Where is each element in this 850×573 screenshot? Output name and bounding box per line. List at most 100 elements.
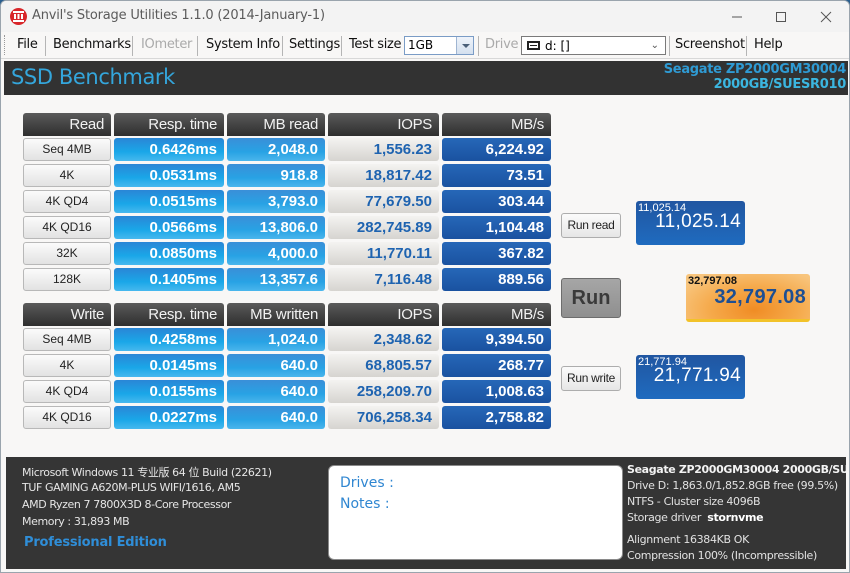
close-button[interactable] (803, 1, 849, 32)
write-test-button[interactable]: Seq 4MB (23, 328, 111, 351)
drive-label: Drive (485, 37, 519, 52)
menu-help[interactable]: Help (754, 37, 783, 52)
app-window: Anvil's Storage Utilities 1.1.0 (2014-Ja… (0, 0, 850, 573)
drive-value: d: [] (545, 39, 570, 53)
menu-system-info[interactable]: System Info (206, 37, 280, 52)
run-button[interactable]: Run (561, 278, 621, 318)
write-iops-cell: 706,258.34 (328, 406, 439, 429)
write-resp-cell: 0.0227ms (114, 406, 224, 429)
read-header-label: Read (23, 113, 111, 136)
drive-select[interactable]: d: [] ⌄ (521, 36, 666, 55)
toolbar-grip[interactable] (4, 35, 7, 55)
read-test-button[interactable]: 4K QD4 (23, 190, 111, 213)
notes-label: Notes : (340, 496, 390, 512)
write-test-button[interactable]: 4K QD16 (23, 406, 111, 429)
read-mbs-cell: 73.51 (442, 164, 551, 187)
write-mb-cell: 1,024.0 (227, 328, 325, 351)
write-mbs-cell: 2,758.82 (442, 406, 551, 429)
drive-info-compression: Compression 100% (Incompressible) (627, 549, 817, 562)
dropdown-arrow-icon[interactable] (456, 37, 473, 54)
test-size-select[interactable]: 1GB (404, 36, 474, 55)
read-resp-cell: 0.0531ms (114, 164, 224, 187)
write-mbs-cell: 268.77 (442, 354, 551, 377)
toolbar-separator (478, 36, 479, 56)
read-test-button[interactable]: 32K (23, 242, 111, 265)
read-mb-cell: 4,000.0 (227, 242, 325, 265)
read-mbs-cell: 6,224.92 (442, 138, 551, 161)
write-iops-cell: 68,805.57 (328, 354, 439, 377)
cpu-info: AMD Ryzen 7 7800X3D 8-Core Processor (22, 498, 232, 511)
read-test-button[interactable]: Seq 4MB (23, 138, 111, 161)
read-test-button[interactable]: 4K QD16 (23, 216, 111, 239)
menu-file[interactable]: File (17, 37, 38, 52)
drives-label: Drives : (340, 475, 394, 491)
read-score: 11,025.14 11,025.14 (636, 201, 745, 245)
write-header-iops: IOPS (328, 303, 439, 326)
read-test-button[interactable]: 128K (23, 268, 111, 291)
write-header-label: Write (23, 303, 111, 326)
read-test-button[interactable]: 4K (23, 164, 111, 187)
read-header-iops: IOPS (328, 113, 439, 136)
menu-iometer[interactable]: IOmeter (141, 37, 192, 52)
read-resp-cell: 0.6426ms (114, 138, 224, 161)
chevron-down-icon: ⌄ (650, 40, 659, 51)
run-write-button[interactable]: Run write (561, 366, 621, 391)
drive-info: Seagate ZP2000GM30004 2000GB/SUESR010 Dr… (627, 461, 846, 565)
read-iops-cell: 282,745.89 (328, 216, 439, 239)
edition-label: Professional Edition (24, 535, 167, 550)
total-score-value: 32,797.08 (714, 286, 806, 308)
read-iops-cell: 18,817.42 (328, 164, 439, 187)
run-read-button[interactable]: Run read (561, 213, 621, 238)
maximize-icon (776, 11, 786, 22)
drive-info-space: Drive D: 1,863.0/1,852.8GB free (99.5%) (627, 479, 838, 492)
read-header-mbs: MB/s (442, 113, 551, 136)
test-size-label: Test size (349, 37, 402, 52)
notes-box[interactable]: Drives : Notes : (328, 465, 623, 560)
write-resp-cell: 0.0145ms (114, 354, 224, 377)
drive-info-filesystem: NTFS - Cluster size 4096B (627, 495, 761, 508)
read-iops-cell: 11,770.11 (328, 242, 439, 265)
toolbar-separator (45, 36, 46, 56)
minimize-icon (732, 16, 742, 17)
write-header-resp: Resp. time (114, 303, 224, 326)
maximize-button[interactable] (758, 1, 804, 32)
write-test-button[interactable]: 4K (23, 354, 111, 377)
read-score-value: 11,025.14 (655, 211, 741, 232)
write-mbs-cell: 9,394.50 (442, 328, 551, 351)
header-drive-model: Seagate ZP2000GM30004 (663, 62, 847, 77)
read-resp-cell: 0.0566ms (114, 216, 224, 239)
write-header-mbs: MB/s (442, 303, 551, 326)
benchmark-header: SSD Benchmark Seagate ZP2000GM30004 2000… (4, 61, 848, 95)
toolbar-separator (341, 36, 342, 56)
read-mbs-cell: 367.82 (442, 242, 551, 265)
menu-benchmarks[interactable]: Benchmarks (53, 37, 131, 52)
os-info: Microsoft Windows 11 专业版 64 位 Build (226… (22, 466, 272, 479)
read-iops-cell: 77,679.50 (328, 190, 439, 213)
minimize-button[interactable] (714, 1, 760, 32)
write-score-value: 21,771.94 (653, 365, 741, 386)
read-resp-cell: 0.0850ms (114, 242, 224, 265)
write-score: 21,771.94 21,771.94 (636, 355, 745, 399)
info-footer: Microsoft Windows 11 专业版 64 位 Build (226… (6, 457, 846, 569)
write-iops-cell: 258,209.70 (328, 380, 439, 403)
screenshot-button[interactable]: Screenshot (675, 37, 745, 52)
drive-info-alignment: Alignment 16384KB OK (627, 533, 749, 546)
read-header-resp: Resp. time (114, 113, 224, 136)
menu-settings[interactable]: Settings (289, 37, 340, 52)
write-test-button[interactable]: 4K QD4 (23, 380, 111, 403)
memory-info: Memory : 31,893 MB (22, 515, 130, 528)
read-mbs-cell: 1,104.48 (442, 216, 551, 239)
read-mb-cell: 2,048.0 (227, 138, 325, 161)
app-logo-icon (10, 8, 27, 25)
read-iops-cell: 7,116.48 (328, 268, 439, 291)
write-resp-cell: 0.0155ms (114, 380, 224, 403)
toolbar-separator (132, 36, 133, 56)
close-icon (820, 11, 832, 22)
write-header-mb: MB written (227, 303, 325, 326)
total-score: 32,797.08 32,797.08 (686, 274, 810, 322)
write-resp-cell: 0.4258ms (114, 328, 224, 351)
read-mb-cell: 13,357.6 (227, 268, 325, 291)
write-mb-cell: 640.0 (227, 380, 325, 403)
write-iops-cell: 2,348.62 (328, 328, 439, 351)
toolbar-separator (746, 36, 747, 56)
